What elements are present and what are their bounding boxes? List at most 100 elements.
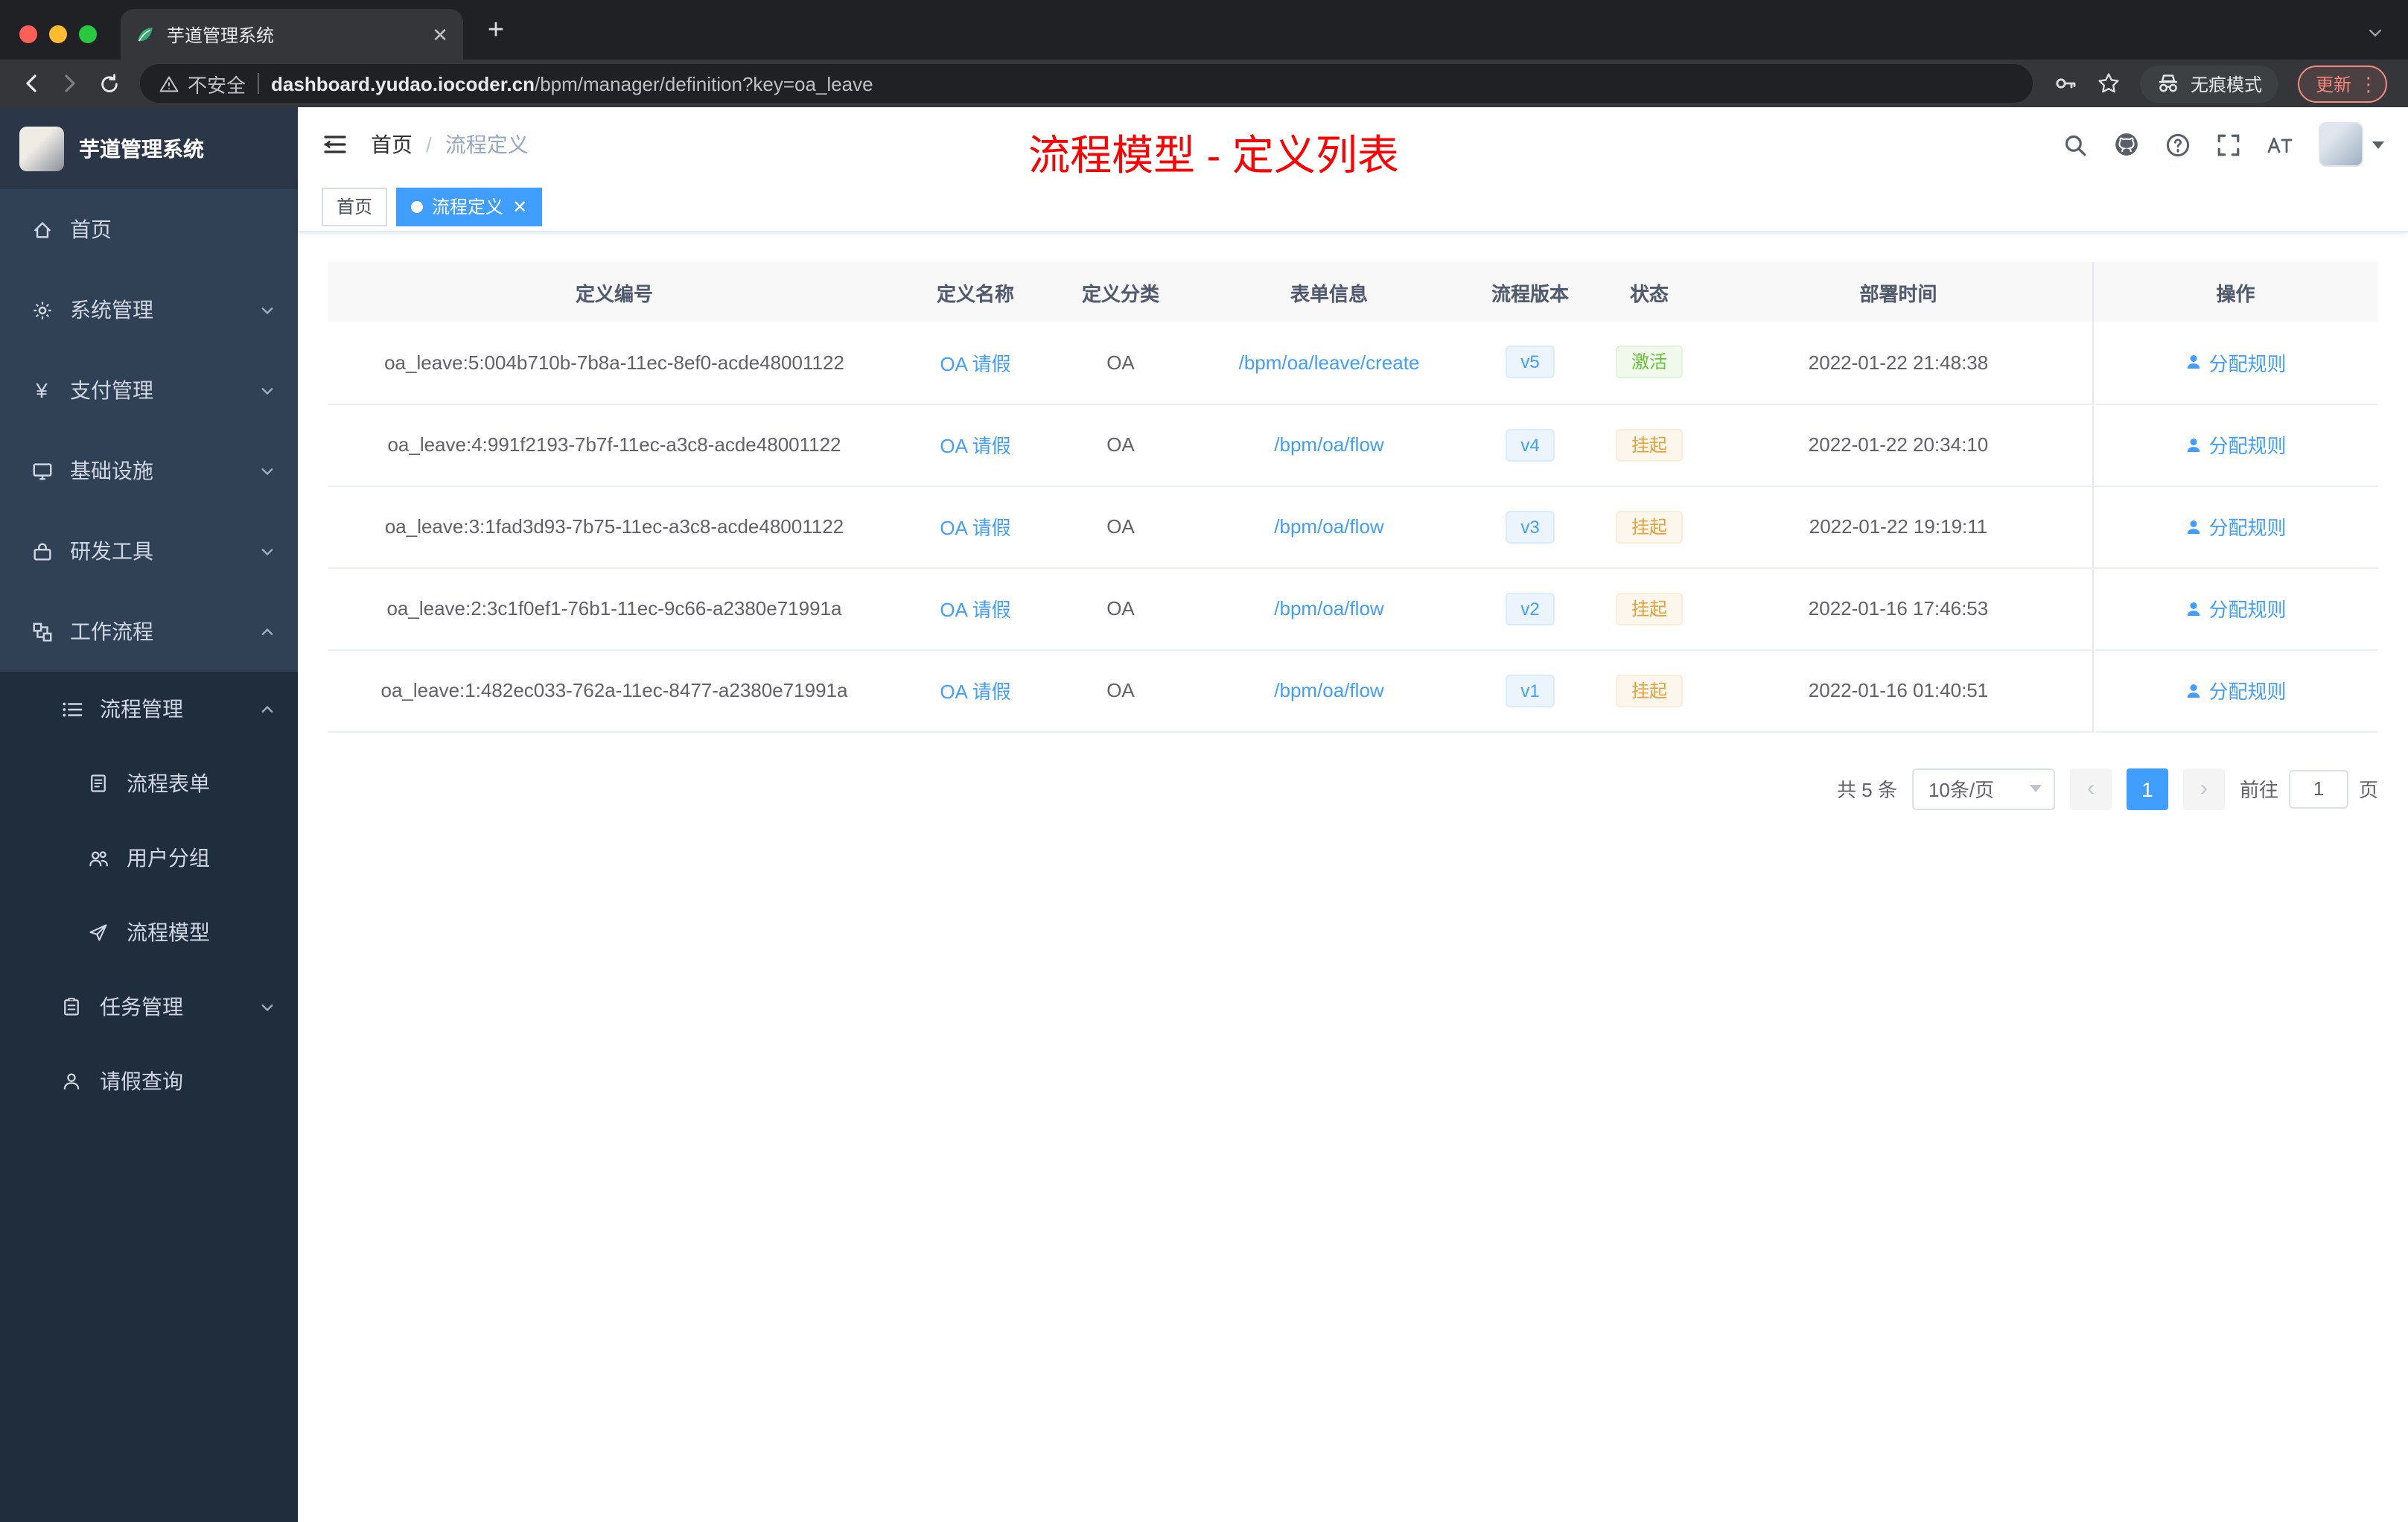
page-size-select[interactable]: 10条/页 — [1911, 768, 2055, 809]
chevron-up-icon — [259, 701, 275, 717]
sidebar-item-leave-query[interactable]: 请假查询 — [0, 1044, 298, 1118]
cell-deploy-time: 2022-01-22 19:19:11 — [1705, 485, 2092, 568]
form-info-link[interactable]: /bpm/oa/flow — [1274, 679, 1383, 701]
tag-home[interactable]: 首页 — [322, 187, 388, 226]
user-icon — [60, 1069, 83, 1093]
sidebar-item-dev-tools[interactable]: 研发工具 — [0, 511, 298, 591]
bookmark-star-icon[interactable] — [2097, 71, 2121, 95]
security-indicator[interactable]: 不安全 — [159, 69, 246, 98]
form-info-link[interactable]: /bpm/oa/leave/create — [1239, 351, 1420, 374]
tag-label: 流程定义 — [432, 197, 504, 217]
breadcrumb: 首页 / 流程定义 — [371, 130, 529, 159]
prev-page-button[interactable]: ‹ — [2069, 768, 2112, 809]
sidebar-item-process-model[interactable]: 流程模型 — [0, 895, 298, 969]
cell-actions: 分配规则 — [2092, 485, 2378, 568]
assign-rule-button[interactable]: 分配规则 — [2185, 676, 2287, 704]
help-icon[interactable] — [2165, 132, 2191, 157]
browser-tab[interactable]: 芋道管理系统 ✕ — [121, 9, 463, 60]
address-bar[interactable]: 不安全 dashboard.yudao.iocoder.cn/bpm/manag… — [140, 64, 2033, 103]
cell-status: 挂起 — [1593, 485, 1705, 568]
collapse-sidebar-icon[interactable] — [322, 131, 348, 158]
goto-label: 前往 — [2239, 779, 2278, 801]
cell-definition-name: OA 请假 — [901, 485, 1050, 568]
back-button[interactable] — [12, 64, 51, 103]
page-annotation: 流程模型 - 定义列表 — [1028, 133, 1399, 179]
sidebar-item-label: 研发工具 — [70, 539, 153, 563]
definition-name-link[interactable]: OA 请假 — [940, 681, 1010, 703]
github-icon[interactable] — [2113, 131, 2140, 158]
sidebar-item-infrastructure[interactable]: 基础设施 — [0, 430, 298, 511]
cell-process-version: v1 — [1467, 649, 1593, 732]
tab-search-chevron-icon[interactable] — [2366, 24, 2384, 42]
pagination-total: 共 5 条 — [1837, 779, 1897, 801]
assign-rule-button[interactable]: 分配规则 — [2185, 348, 2287, 377]
app-frame: 芋道管理系统 首页 系统管理 ¥ 支付管理 基础设施 研发工具 工作流程 流程管… — [0, 107, 2408, 1522]
goto-page-input[interactable] — [2288, 769, 2348, 808]
tags-view-bar: 首页 流程定义 ✕ — [298, 182, 2408, 232]
minimize-window-button[interactable] — [49, 25, 67, 43]
fullscreen-icon[interactable] — [2216, 132, 2241, 157]
cell-definition-category: OA — [1050, 322, 1191, 404]
form-info-link[interactable]: /bpm/oa/flow — [1274, 515, 1383, 538]
sidebar-item-payment-management[interactable]: ¥ 支付管理 — [0, 350, 298, 430]
sidebar-item-user-group[interactable]: 用户分组 — [0, 821, 298, 895]
assign-rule-button[interactable]: 分配规则 — [2185, 512, 2287, 541]
maximize-window-button[interactable] — [79, 25, 97, 43]
sidebar-item-home[interactable]: 首页 — [0, 189, 298, 270]
security-label: 不安全 — [188, 74, 246, 96]
forward-button[interactable] — [51, 64, 89, 103]
definition-name-link[interactable]: OA 请假 — [940, 599, 1010, 621]
chevron-down-icon — [259, 999, 275, 1015]
cell-definition-category: OA — [1050, 404, 1191, 486]
sidebar-item-process-management[interactable]: 流程管理 — [0, 672, 298, 746]
definition-name-link[interactable]: OA 请假 — [940, 353, 1010, 375]
assign-rule-button[interactable]: 分配规则 — [2185, 430, 2287, 459]
table-row: oa_leave:5:004b710b-7b8a-11ec-8ef0-acde4… — [328, 322, 2378, 404]
workflow-submenu: 流程管理 流程表单 用户分组 流程模型 任务管理 请假查询 — [0, 672, 298, 1118]
password-key-icon[interactable] — [2054, 71, 2077, 95]
col-process-version: 流程版本 — [1467, 262, 1593, 322]
sidebar-item-label: 流程模型 — [127, 920, 210, 944]
page-number-button[interactable]: 1 — [2126, 768, 2168, 809]
sidebar-item-system-management[interactable]: 系统管理 — [0, 270, 298, 350]
sidebar-item-workflow[interactable]: 工作流程 — [0, 591, 298, 672]
sidebar-item-label: 系统管理 — [70, 298, 153, 322]
sidebar-item-process-form[interactable]: 流程表单 — [0, 746, 298, 821]
tab-close-icon[interactable]: ✕ — [432, 25, 448, 44]
definition-name-link[interactable]: OA 请假 — [940, 435, 1010, 457]
cell-form-info: /bpm/oa/flow — [1191, 649, 1467, 732]
update-label: 更新 — [2315, 74, 2351, 95]
browser-menu-icon[interactable]: ⋮ — [2359, 74, 2378, 93]
sidebar-item-label: 流程表单 — [127, 771, 210, 795]
reload-button[interactable] — [89, 64, 128, 103]
form-info-link[interactable]: /bpm/oa/flow — [1274, 597, 1383, 620]
cell-form-info: /bpm/oa/flow — [1191, 485, 1467, 568]
tag-close-icon[interactable]: ✕ — [512, 197, 527, 215]
definition-name-link[interactable]: OA 请假 — [940, 517, 1010, 539]
new-tab-button[interactable]: + — [475, 10, 517, 52]
close-window-button[interactable] — [19, 25, 37, 43]
breadcrumb-home[interactable]: 首页 — [371, 130, 413, 159]
url-text: dashboard.yudao.iocoder.cn/bpm/manager/d… — [271, 72, 873, 95]
next-page-button[interactable]: › — [2182, 768, 2225, 809]
url-path: /bpm/manager/definition?key=oa_leave — [535, 72, 873, 95]
chevron-down-icon — [259, 382, 275, 398]
search-icon[interactable] — [2063, 132, 2088, 157]
sidebar-item-label: 基础设施 — [70, 459, 153, 483]
sidebar-logo[interactable]: 芋道管理系统 — [0, 107, 298, 189]
sidebar-item-label: 用户分组 — [127, 846, 210, 870]
cell-definition-name: OA 请假 — [901, 649, 1050, 732]
tag-process-definition[interactable]: 流程定义 ✕ — [396, 187, 543, 226]
sidebar-item-task-management[interactable]: 任务管理 — [0, 969, 298, 1044]
assign-rule-button[interactable]: 分配规则 — [2185, 594, 2287, 623]
user-menu[interactable] — [2319, 122, 2384, 167]
font-size-icon[interactable] — [2267, 133, 2293, 156]
tag-label: 首页 — [337, 197, 373, 217]
form-info-link[interactable]: /bpm/oa/flow — [1274, 433, 1383, 456]
status-badge: 挂起 — [1616, 674, 1682, 707]
version-badge: v5 — [1506, 346, 1555, 379]
update-chip[interactable]: 更新 ⋮ — [2297, 65, 2387, 102]
url-domain: dashboard.yudao.iocoder.cn — [271, 72, 535, 95]
toolbar-right: 无痕模式 更新 ⋮ — [2045, 65, 2396, 102]
workflow-icon — [30, 620, 54, 643]
